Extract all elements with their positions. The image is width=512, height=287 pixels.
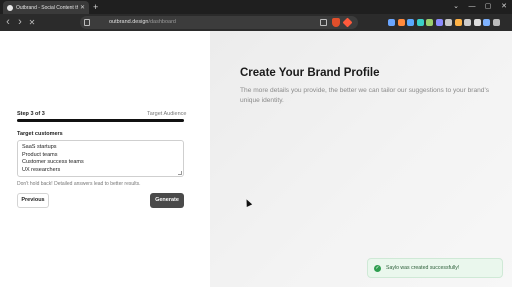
target-customers-label: Target customers [17,131,63,137]
extension-icon[interactable] [397,19,405,26]
tab-close-icon[interactable]: ✕ [80,4,85,11]
url-domain: outbrand.design [109,19,149,25]
url-path: /dashboard [148,19,176,25]
previous-button[interactable]: Previous [17,193,49,208]
share-icon[interactable] [320,19,327,26]
extension-icon[interactable] [464,19,471,26]
generate-button[interactable]: Generate [150,193,184,208]
extension-icon[interactable] [435,19,443,26]
step-label: Target Audience [147,111,187,117]
extension-icon[interactable] [454,19,462,26]
tab-title: Outbrand - Social Content that... [16,4,78,11]
tab-search-icon[interactable]: ⌄ [449,0,463,14]
success-toast: ✓ Saylo was created successfully! [367,258,503,278]
browser-tab[interactable]: Outbrand - Social Content that... ✕ [3,1,89,14]
helper-text: Don't hold back! Detailed answers lead t… [17,181,141,187]
address-bar[interactable]: outbrand.design/dashboard [80,16,358,29]
extension-icon[interactable] [483,19,490,26]
extension-icon[interactable] [416,19,424,26]
stop-loading-button[interactable]: ✕ [27,14,37,31]
target-customers-textarea[interactable]: SaaS startups Product teams Customer suc… [17,140,184,177]
minimize-button[interactable]: — [465,0,479,14]
textarea-line: SaaS startups [22,144,57,150]
browser-tab-bar: Outbrand - Social Content that... ✕ + ⌄ … [0,0,512,14]
site-favicon-icon [7,4,13,11]
textarea-line: UX researchers [22,166,61,173]
progress-bar [17,119,184,122]
extension-icon[interactable] [388,19,395,26]
textarea-line: Product teams [22,151,58,158]
extension-icon[interactable] [492,19,500,26]
resize-handle-icon[interactable] [178,171,182,175]
progress-fill [17,119,184,122]
page-info-icon[interactable] [84,19,90,26]
brave-shield-icon[interactable] [332,18,340,27]
page-subtitle: The more details you provide, the better… [240,87,490,104]
forward-button[interactable]: › [15,14,25,31]
extension-icon[interactable] [407,19,414,26]
step-indicator: Step 3 of 3 [17,111,45,117]
extension-icon[interactable] [426,19,433,26]
success-check-icon: ✓ [374,264,381,272]
textarea-line: Customer success teams [22,159,84,165]
toast-message: Saylo was created successfully! [386,265,460,271]
page-title: Create Your Brand Profile [240,67,380,79]
url-text: outbrand.design/dashboard [109,16,176,29]
close-window-button[interactable]: ✕ [497,0,511,14]
maximize-button[interactable]: ▢ [481,0,495,14]
extension-icon[interactable] [445,19,452,26]
extension-icon[interactable] [473,19,481,26]
back-button[interactable]: ‹ [3,14,13,31]
new-tab-button[interactable]: + [93,1,98,13]
brave-rewards-icon[interactable] [342,17,353,28]
